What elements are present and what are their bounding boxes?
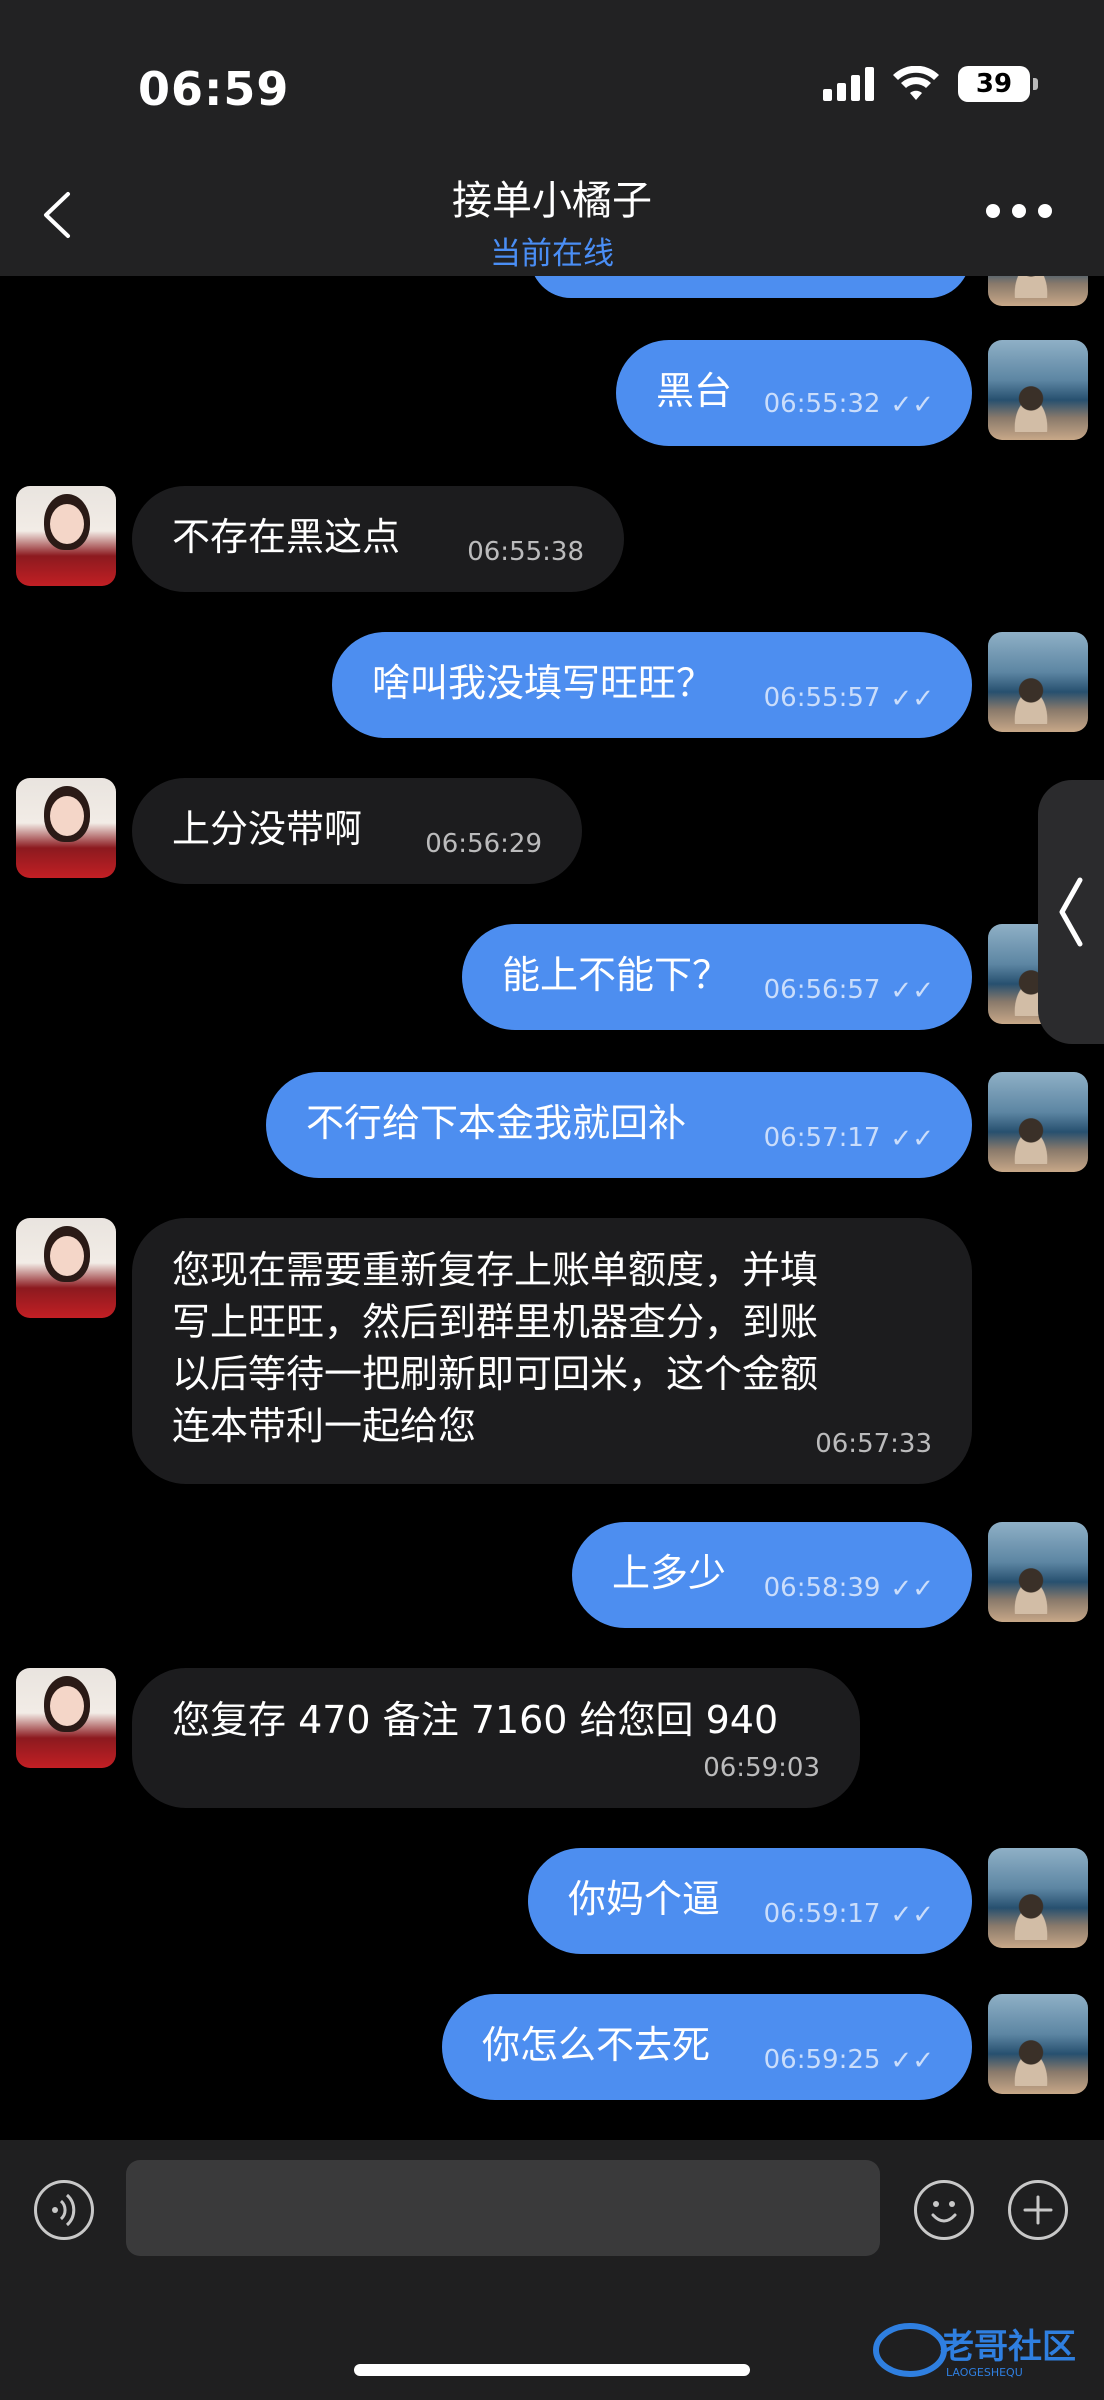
message-time: 06:59:03 (703, 1753, 820, 1783)
message-text-line: 您现在需要重新复存上账单额度，并填 (172, 1248, 819, 1292)
contact-avatar[interactable] (16, 778, 116, 878)
message-text: 啥叫我没填写旺旺？ (372, 661, 715, 705)
self-avatar[interactable] (988, 340, 1088, 440)
signal-icon (823, 67, 874, 101)
self-avatar[interactable] (988, 1522, 1088, 1622)
message-bubble-out[interactable]: 上多少 06:58:39 ✓✓ (572, 1522, 972, 1628)
battery-icon: 39 (958, 66, 1038, 102)
message-time: 06:55:57 ✓✓ (764, 672, 934, 725)
home-indicator (354, 2364, 750, 2376)
drawer-chevron-icon (1059, 877, 1083, 947)
message-bubble-out[interactable]: 黑台 06:55:32 ✓✓ (616, 340, 972, 446)
status-time: 06:59 (138, 62, 290, 116)
watermark-logo: 老哥社区 LAOGESHEQU (873, 2323, 1076, 2379)
message-text: 你怎么不去死 (482, 2023, 711, 2067)
message-text: 黑台 (656, 369, 733, 413)
self-avatar[interactable] (988, 1994, 1088, 2094)
read-check-icon: ✓✓ (890, 683, 934, 714)
message-bubble-out[interactable]: 你妈个逼 06:59:17 ✓✓ (528, 1848, 972, 1954)
message-text-line: 以后等待一把刷新即可回米，这个金额 (172, 1352, 819, 1396)
message-time: 06:55:25 (805, 276, 922, 290)
message-text-line: 连本带利一起给您 (172, 1404, 477, 1448)
message-text: 上分没带啊 (172, 807, 363, 851)
read-check-icon: ✓✓ (890, 389, 934, 420)
top-bar: 06:59 39 接单小橘子 当前在线 (0, 0, 1104, 276)
side-drawer-handle[interactable] (1038, 780, 1104, 1044)
message-time: 06:57:33 (815, 1429, 932, 1459)
contact-avatar[interactable] (16, 486, 116, 586)
message-bubble-out[interactable]: 啥叫我没填写旺旺？ 06:55:57 ✓✓ (332, 632, 972, 738)
emoji-icon[interactable] (914, 2180, 974, 2240)
self-avatar[interactable] (988, 276, 1088, 306)
message-text: 能上不能下？ (502, 953, 731, 997)
svg-text:老哥社区: 老哥社区 (940, 2327, 1076, 2367)
message-time: 06:57:17 ✓✓ (764, 1112, 934, 1165)
read-check-icon: ✓✓ (890, 1573, 934, 1604)
contact-avatar[interactable] (16, 1668, 116, 1768)
chat-title: 接单小橘子 (452, 178, 652, 224)
message-bubble-out[interactable]: 你怎么不去死 06:59:25 ✓✓ (442, 1994, 972, 2100)
message-text: 上多少 (612, 1551, 727, 1595)
message-bubble-out[interactable]: 06:55:25 (530, 276, 970, 298)
message-input[interactable] (126, 2160, 880, 2256)
message-time: 06:59:25 ✓✓ (764, 2034, 934, 2087)
message-bubble-in[interactable]: 您现在需要重新复存上账单额度，并填 写上旺旺，然后到群里机器查分，到账 以后等待… (132, 1218, 972, 1484)
message-list[interactable]: 06:55:25 黑台 06:55:32✓✓ 不存在黑这点 06:55:38 啥… (0, 276, 1104, 2140)
message-text: 不行给下本金我就回补 (306, 1101, 687, 1145)
voice-icon[interactable] (34, 2180, 94, 2240)
message-text: 你妈个逼 (568, 1877, 721, 1921)
read-check-icon: ✓✓ (890, 1899, 934, 1930)
read-check-icon: ✓✓ (890, 975, 934, 1006)
read-check-icon: ✓✓ (890, 1123, 934, 1154)
message-time: 06:55:38 (467, 537, 584, 567)
svg-text:LAOGESHEQU: LAOGESHEQU (946, 2366, 1023, 2379)
status-icons: 39 (823, 66, 1038, 102)
message-time: 06:56:57 ✓✓ (764, 964, 934, 1017)
more-icon[interactable] (986, 204, 1052, 218)
message-bubble-in[interactable]: 您复存 470 备注 7160 给您回 940 06:59:03 (132, 1668, 860, 1808)
message-time: 06:55:32 ✓✓ (764, 378, 934, 431)
message-time: 06:59:17 ✓✓ (764, 1888, 934, 1941)
message-text: 不存在黑这点 (172, 515, 401, 559)
message-time: 06:58:39 ✓✓ (764, 1562, 934, 1615)
message-time: 06:56:29 (425, 829, 542, 859)
message-bubble-out[interactable]: 不行给下本金我就回补 06:57:17 ✓✓ (266, 1072, 972, 1178)
read-check-icon: ✓✓ (890, 2045, 934, 2076)
contact-avatar[interactable] (16, 1218, 116, 1318)
message-bubble-out[interactable]: 能上不能下？ 06:56:57 ✓✓ (462, 924, 972, 1030)
message-bubble-in[interactable]: 不存在黑这点 06:55:38 (132, 486, 624, 592)
self-avatar[interactable] (988, 632, 1088, 732)
message-text-line: 写上旺旺，然后到群里机器查分，到账 (172, 1300, 819, 1344)
message-bubble-in[interactable]: 上分没带啊 06:56:29 (132, 778, 582, 884)
online-status: 当前在线 (490, 236, 614, 272)
self-avatar[interactable] (988, 1072, 1088, 1172)
message-text: 您复存 470 备注 7160 给您回 940 (172, 1698, 779, 1742)
plus-icon[interactable] (1008, 2180, 1068, 2240)
wifi-icon (893, 66, 939, 100)
self-avatar[interactable] (988, 1848, 1088, 1948)
